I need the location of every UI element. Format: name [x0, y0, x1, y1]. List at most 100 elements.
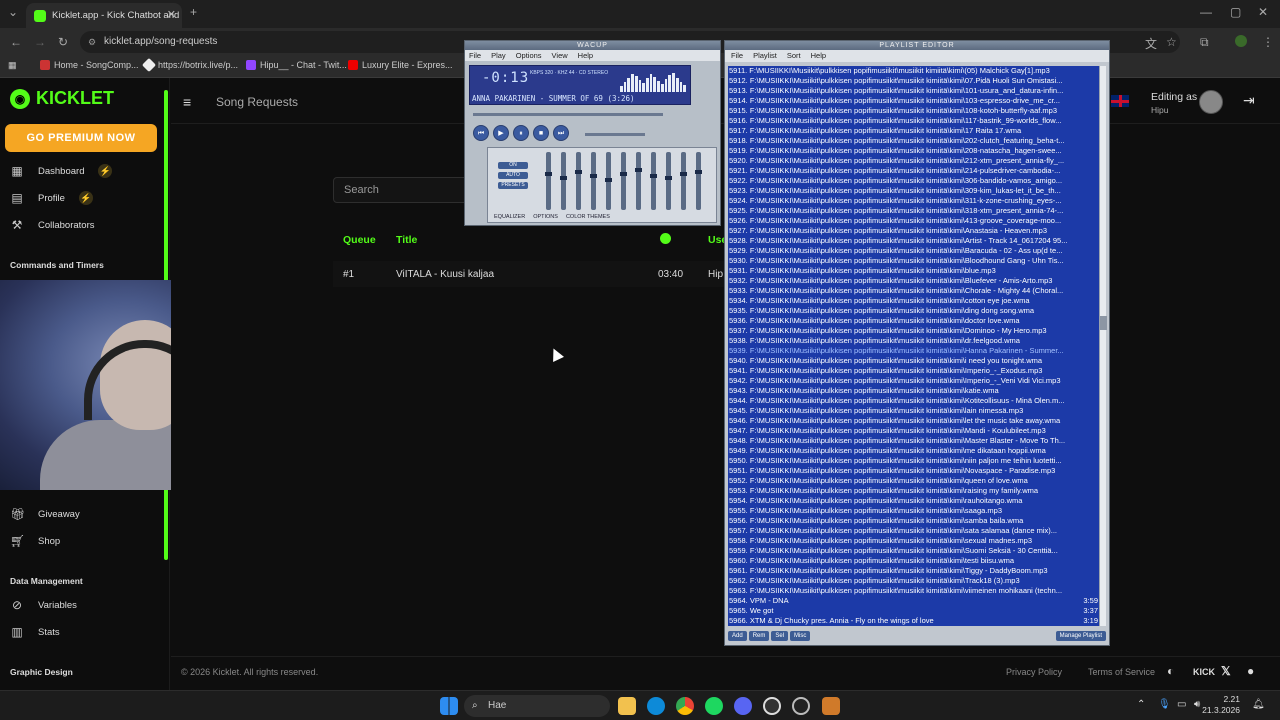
playlist-row[interactable]: 5960. F:\MUSIIKKI\Musiikit\pulkkisen pop… — [728, 556, 1100, 566]
tab-list-icon[interactable]: ⌄ — [8, 5, 18, 19]
playlist-row[interactable]: 5932. F:\MUSIIKKI\Musiikit\pulkkisen pop… — [728, 276, 1100, 286]
eq-slider[interactable] — [695, 152, 702, 210]
playlist-row[interactable]: 5939. F:\MUSIIKKI\Musiikit\pulkkisen pop… — [728, 346, 1100, 356]
playlist-row[interactable]: 5951. F:\MUSIIKKI\Musiikit\pulkkisen pop… — [728, 466, 1100, 476]
minimize-icon[interactable]: — — [1200, 5, 1212, 19]
playlist-row[interactable]: 5952. F:\MUSIIKKI\Musiikit\pulkkisen pop… — [728, 476, 1100, 486]
eq-slider[interactable] — [620, 152, 627, 210]
eq-slider[interactable] — [560, 152, 567, 210]
sidebar-item-shop[interactable]: 🛒︎ Shop — [10, 534, 60, 548]
previous-icon[interactable]: ⏮ — [473, 125, 489, 141]
next-icon[interactable]: ⏭ — [553, 125, 569, 141]
eq-on-button[interactable]: ON — [498, 162, 528, 169]
playlist-row[interactable]: 5911. F:\MUSIIKKI\Musiikit\pulkkisen pop… — [728, 66, 1100, 76]
site-info-icon[interactable]: ⚙ — [88, 31, 96, 53]
apps-grid-icon[interactable]: ▦ — [8, 60, 17, 71]
sidebar-item-variables[interactable]: ⊘ Variables — [10, 598, 77, 612]
playlist-row[interactable]: 5948. F:\MUSIIKKI\Musiikit\pulkkisen pop… — [728, 436, 1100, 446]
user-avatar[interactable] — [1199, 90, 1223, 114]
playlist-row[interactable]: 5923. F:\MUSIIKKI\Musiikit\pulkkisen pop… — [728, 186, 1100, 196]
eq-slider-knob[interactable] — [575, 170, 582, 174]
sidebar-item-dashboard[interactable]: ▦ Dashboard ⚡ — [10, 164, 113, 178]
discord-taskbar-icon[interactable] — [734, 697, 752, 715]
taskbar-search[interactable]: ⌕ Hae — [464, 695, 610, 717]
playlist-row[interactable]: 5927. F:\MUSIIKKI\Musiikit\pulkkisen pop… — [728, 226, 1100, 236]
playlist-row[interactable]: 5913. F:\MUSIIKKI\Musiikit\pulkkisen pop… — [728, 86, 1100, 96]
bookmark-2[interactable]: https://botrix.live/p... — [141, 57, 238, 73]
maximize-icon[interactable]: ▢ — [1230, 5, 1241, 19]
browser-tab[interactable]: Kicklet.app - Kick Chatbot and ✕ — [26, 3, 182, 28]
reload-icon[interactable]: ↻ — [58, 35, 68, 49]
playlist-add-button[interactable]: Add — [728, 631, 747, 641]
new-tab-icon[interactable]: + — [190, 5, 197, 19]
playlist-row[interactable]: 5940. F:\MUSIIKKI\Musiikit\pulkkisen pop… — [728, 356, 1100, 366]
microphone-icon[interactable]: 🎙︎ — [1158, 699, 1171, 710]
discord-icon[interactable]: ◐ — [1167, 664, 1174, 678]
playlist-row[interactable]: 5912. F:\MUSIIKKI\Musiikit\pulkkisen pop… — [728, 76, 1100, 86]
eq-slider-knob[interactable] — [680, 172, 687, 176]
edge-icon[interactable] — [647, 697, 665, 715]
logout-icon[interactable]: ⇥ — [1243, 92, 1255, 109]
playlist-row[interactable]: 5916. F:\MUSIIKKI\Musiikit\pulkkisen pop… — [728, 116, 1100, 126]
playlist-row[interactable]: 5959. F:\MUSIIKKI\Musiikit\pulkkisen pop… — [728, 546, 1100, 556]
wacup-menu-options[interactable]: Options — [516, 50, 542, 61]
sidebar-item-giveaway[interactable]: 🎁︎ Giveaway — [10, 507, 80, 521]
eq-tab-equalizer[interactable]: EQUALIZER — [494, 214, 525, 220]
wacup-menu-view[interactable]: View — [552, 50, 568, 61]
eq-slider[interactable] — [680, 152, 687, 210]
playlist-row[interactable]: 5935. F:\MUSIIKKI\Musiikit\pulkkisen pop… — [728, 306, 1100, 316]
chrome-icon[interactable] — [676, 697, 694, 715]
eq-slider-knob[interactable] — [560, 176, 567, 180]
playlist-title-bar[interactable]: PLAYLIST EDITOR — [725, 41, 1109, 50]
wacup-seek-bar[interactable] — [473, 113, 663, 116]
pause-icon[interactable]: ⏸ — [513, 125, 529, 141]
playlist-row[interactable]: 5963. F:\MUSIIKKI\Musiikit\pulkkisen pop… — [728, 586, 1100, 596]
spotify-icon[interactable] — [705, 697, 723, 715]
eq-slider-knob[interactable] — [635, 168, 642, 172]
eq-slider[interactable] — [650, 152, 657, 210]
playlist-row[interactable]: 5966. XTM & Dj Chucky pres. Annia - Fly … — [728, 616, 1100, 626]
browser-menu-icon[interactable]: ⋮ — [1262, 35, 1274, 49]
playlist-row[interactable]: 5921. F:\MUSIIKKI\Musiikit\pulkkisen pop… — [728, 166, 1100, 176]
sidebar-item-collaborators[interactable]: ⚒ Collaborators — [10, 218, 95, 232]
playlist-row[interactable]: 5949. F:\MUSIIKKI\Musiikit\pulkkisen pop… — [728, 446, 1100, 456]
translate-icon[interactable]: 文 — [1145, 35, 1157, 52]
playlist-row[interactable]: 5928. F:\MUSIIKKI\Musiikit\pulkkisen pop… — [728, 236, 1100, 246]
playlist-menu-file[interactable]: File — [731, 50, 743, 62]
playlist-menu-help[interactable]: Help — [811, 50, 826, 62]
kicklet-logo[interactable]: ◉ KICKLET — [10, 88, 114, 109]
playlist-row[interactable]: 5926. F:\MUSIIKKI\Musiikit\pulkkisen pop… — [728, 216, 1100, 226]
playlist-row[interactable]: 5947. F:\MUSIIKKI\Musiikit\pulkkisen pop… — [728, 426, 1100, 436]
terms-of-service-link[interactable]: Terms of Service — [1088, 667, 1155, 677]
eq-slider[interactable] — [545, 152, 552, 210]
wacup-song-title[interactable]: ANNA PAKARINEN - SUMMER OF 69 (3:26) — [472, 94, 690, 103]
bookmark-4[interactable]: Luxury Elite - Expres... — [348, 60, 453, 70]
eq-slider[interactable] — [635, 152, 642, 210]
eq-slider[interactable] — [590, 152, 597, 210]
playlist-row[interactable]: 5936. F:\MUSIIKKI\Musiikit\pulkkisen pop… — [728, 316, 1100, 326]
playlist-row[interactable]: 5922. F:\MUSIIKKI\Musiikit\pulkkisen pop… — [728, 176, 1100, 186]
wacup-time[interactable]: -0:13 — [482, 70, 529, 86]
network-icon[interactable]: ▭ — [1177, 699, 1186, 710]
playlist-row[interactable]: 5941. F:\MUSIIKKI\Musiikit\pulkkisen pop… — [728, 366, 1100, 376]
wacup-menu-file[interactable]: File — [469, 50, 481, 61]
kick-icon[interactable]: KICK — [1193, 667, 1215, 677]
language-flag-icon[interactable] — [1111, 95, 1129, 107]
playlist-row[interactable]: 5964. VPM - DNA 3:59 — [728, 596, 1100, 606]
playlist-row[interactable]: 5965. We got 3:37 — [728, 606, 1100, 616]
playlist-row[interactable]: 5931. F:\MUSIIKKI\Musiikit\pulkkisen pop… — [728, 266, 1100, 276]
eq-slider-knob[interactable] — [650, 174, 657, 178]
playlist-select-button[interactable]: Sel — [771, 631, 789, 641]
eq-slider-knob[interactable] — [605, 178, 612, 182]
wacup-menu-help[interactable]: Help — [578, 50, 593, 61]
playlist-row[interactable]: 5924. F:\MUSIIKKI\Musiikit\pulkkisen pop… — [728, 196, 1100, 206]
wacup-title-bar[interactable]: WACUP — [465, 41, 720, 50]
bookmark-star-icon[interactable]: ☆ — [1166, 35, 1177, 49]
playlist-scroll-thumb[interactable] — [1100, 316, 1107, 330]
playlist-row[interactable]: 5929. F:\MUSIIKKI\Musiikit\pulkkisen pop… — [728, 246, 1100, 256]
playlist-row[interactable]: 5950. F:\MUSIIKKI\Musiikit\pulkkisen pop… — [728, 456, 1100, 466]
playlist-row[interactable]: 5957. F:\MUSIIKKI\Musiikit\pulkkisen pop… — [728, 526, 1100, 536]
playlist-row[interactable]: 5953. F:\MUSIIKKI\Musiikit\pulkkisen pop… — [728, 486, 1100, 496]
app-icon[interactable] — [792, 697, 810, 715]
playlist-row[interactable]: 5937. F:\MUSIIKKI\Musiikit\pulkkisen pop… — [728, 326, 1100, 336]
